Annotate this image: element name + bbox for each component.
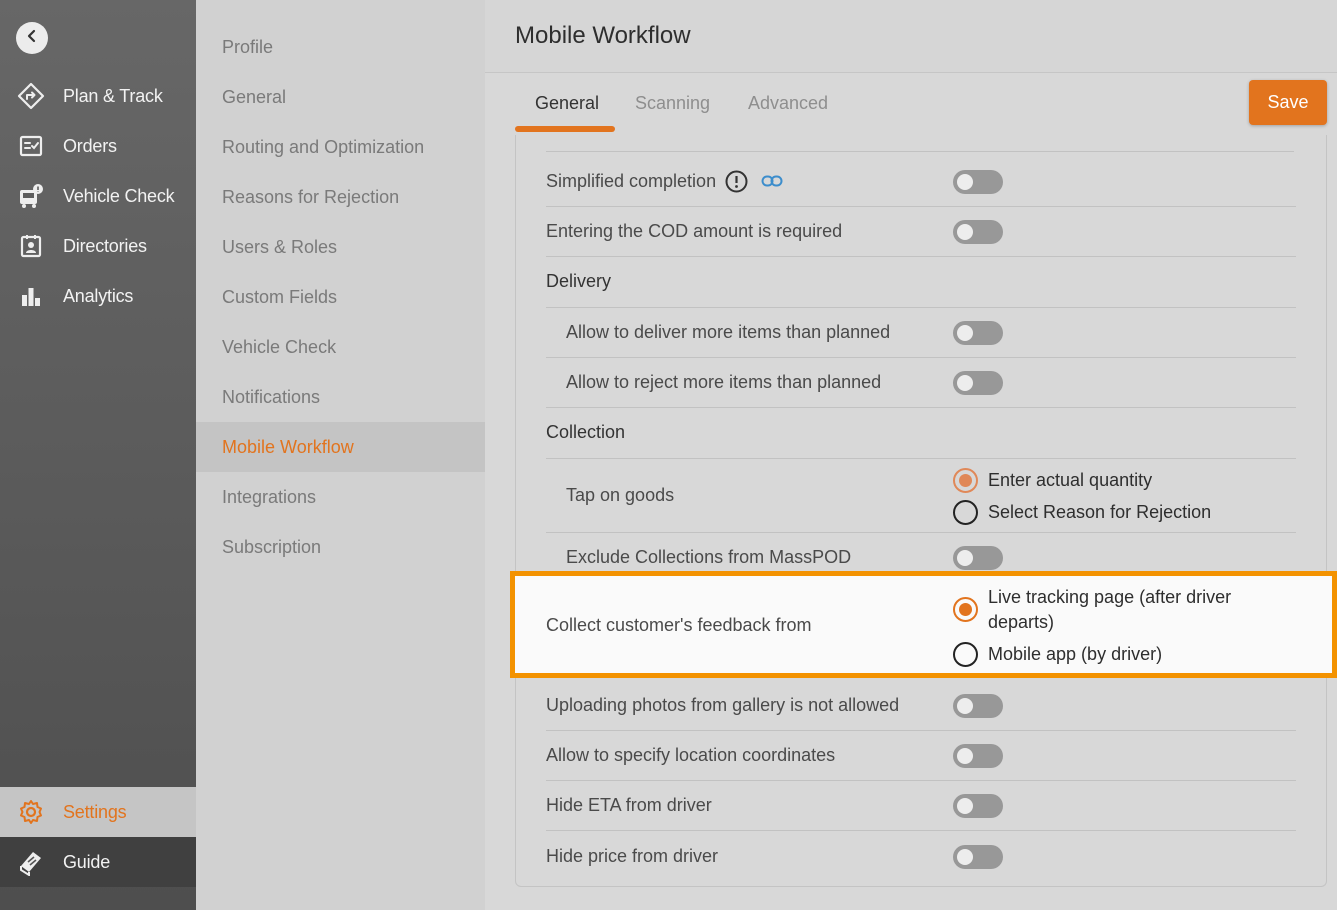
settings-menu-vehicle-check[interactable]: Vehicle Check <box>196 322 485 372</box>
nav-label: Analytics <box>63 285 134 306</box>
exclude-masspod-label: Exclude Collections from MassPOD <box>566 547 852 567</box>
settings-menu-custom-fields[interactable]: Custom Fields <box>196 272 485 322</box>
guide-icon <box>16 847 46 877</box>
tap-on-goods-label: Tap on goods <box>566 485 675 505</box>
radio-dot <box>959 603 972 616</box>
divider <box>546 407 1296 408</box>
deliver-more-toggle[interactable] <box>953 321 1003 345</box>
settings-menu-mobile-workflow[interactable]: Mobile Workflow <box>196 422 485 472</box>
location-coords-toggle[interactable] <box>953 744 1003 768</box>
settings-menu-reasons-rejection[interactable]: Reasons for Rejection <box>196 172 485 222</box>
radio-mobile-app[interactable] <box>953 642 978 667</box>
save-button[interactable]: Save <box>1249 80 1327 125</box>
radio-label-mobile-app: Mobile app (by driver) <box>988 644 1163 664</box>
nav-label: Vehicle Check <box>63 185 175 206</box>
gear-icon <box>16 797 46 827</box>
nav-item-plan-track[interactable]: Plan & Track <box>0 71 196 121</box>
nav-label: Plan & Track <box>63 85 163 106</box>
radio-select-reason-rejection[interactable] <box>953 500 978 525</box>
reject-more-label: Allow to reject more items than planned <box>566 372 882 392</box>
orders-icon <box>16 131 46 161</box>
location-coords-label: Allow to specify location coordinates <box>546 745 836 765</box>
reject-more-toggle[interactable] <box>953 371 1003 395</box>
divider <box>546 532 1296 533</box>
main-navigation: Plan & Track Orders Vehicle Check Direct… <box>0 0 196 910</box>
vehicle-check-icon <box>16 181 46 211</box>
toggle-knob <box>957 325 973 341</box>
divider <box>546 830 1296 831</box>
tab-advanced[interactable]: Advanced <box>748 93 828 114</box>
simplified-completion-toggle[interactable] <box>953 170 1003 194</box>
cod-required-toggle[interactable] <box>953 220 1003 244</box>
back-arrow-icon <box>25 29 39 48</box>
back-button[interactable] <box>16 22 48 54</box>
toggle-knob <box>957 174 973 190</box>
radio-label-live-tracking-line1: Live tracking page (after driver <box>988 587 1232 607</box>
divider <box>546 206 1296 207</box>
toggle-knob <box>957 224 973 240</box>
radio-dot <box>959 474 972 487</box>
settings-menu-subscription[interactable]: Subscription <box>196 522 485 572</box>
hide-eta-label: Hide ETA from driver <box>546 795 712 815</box>
toggle-knob <box>957 550 973 566</box>
settings-menu-profile[interactable]: Profile <box>196 22 485 72</box>
deliver-more-label: Allow to deliver more items than planned <box>566 322 891 342</box>
nav-item-directories[interactable]: Directories <box>0 221 196 271</box>
nav-label: Directories <box>63 235 147 256</box>
page-title: Mobile Workflow <box>515 22 691 49</box>
toggle-knob <box>957 748 973 764</box>
toggle-knob <box>957 798 973 814</box>
settings-menu-general[interactable]: General <box>196 72 485 122</box>
radio-label-enter-actual-quantity: Enter actual quantity <box>988 470 1153 490</box>
link-icon[interactable] <box>761 173 783 194</box>
gallery-photos-toggle[interactable] <box>953 694 1003 718</box>
gallery-photos-label: Uploading photos from gallery is not all… <box>546 695 900 715</box>
cod-required-label: Entering the COD amount is required <box>546 221 843 241</box>
divider <box>546 357 1296 358</box>
tab-scanning[interactable]: Scanning <box>635 93 710 114</box>
divider <box>546 730 1296 731</box>
radio-enter-actual-quantity[interactable] <box>953 468 978 493</box>
nav-item-guide[interactable]: Guide <box>0 837 196 887</box>
divider <box>546 151 1294 152</box>
radio-label-live-tracking-line2: departs) <box>988 612 1055 632</box>
divider <box>546 780 1296 781</box>
settings-menu-notifications[interactable]: Notifications <box>196 372 485 422</box>
hide-price-toggle[interactable] <box>953 845 1003 869</box>
radio-live-tracking-page[interactable] <box>953 597 978 622</box>
info-icon[interactable] <box>725 170 748 198</box>
route-icon <box>16 81 46 111</box>
divider <box>546 458 1296 459</box>
directories-icon <box>16 231 46 261</box>
page-header: Mobile Workflow <box>485 0 1337 73</box>
analytics-icon <box>16 281 46 311</box>
feedback-source-label: Collect customer's feedback from <box>546 615 812 635</box>
toggle-knob <box>957 375 973 391</box>
settings-menu: Profile General Routing and Optimization… <box>196 0 485 910</box>
nav-item-analytics[interactable]: Analytics <box>0 271 196 321</box>
settings-menu-integrations[interactable]: Integrations <box>196 472 485 522</box>
delivery-section-heading: Delivery <box>546 271 612 291</box>
nav-label: Orders <box>63 135 117 156</box>
nav-item-orders[interactable]: Orders <box>0 121 196 171</box>
nav-item-settings[interactable]: Settings <box>0 787 196 837</box>
exclude-masspod-toggle[interactable] <box>953 546 1003 570</box>
toggle-knob <box>957 849 973 865</box>
active-tab-indicator <box>515 126 615 132</box>
collection-section-heading: Collection <box>546 422 626 442</box>
hide-price-label: Hide price from driver <box>546 846 719 866</box>
nav-item-vehicle-check[interactable]: Vehicle Check <box>0 171 196 221</box>
toggle-knob <box>957 698 973 714</box>
nav-label: Guide <box>63 851 111 872</box>
nav-label: Settings <box>63 801 127 822</box>
settings-menu-users-roles[interactable]: Users & Roles <box>196 222 485 272</box>
divider <box>546 256 1296 257</box>
settings-menu-routing[interactable]: Routing and Optimization <box>196 122 485 172</box>
divider <box>546 307 1296 308</box>
radio-label-select-reason-rejection: Select Reason for Rejection <box>988 502 1212 522</box>
simplified-completion-label: Simplified completion <box>546 171 717 191</box>
tab-general[interactable]: General <box>535 93 599 114</box>
hide-eta-toggle[interactable] <box>953 794 1003 818</box>
